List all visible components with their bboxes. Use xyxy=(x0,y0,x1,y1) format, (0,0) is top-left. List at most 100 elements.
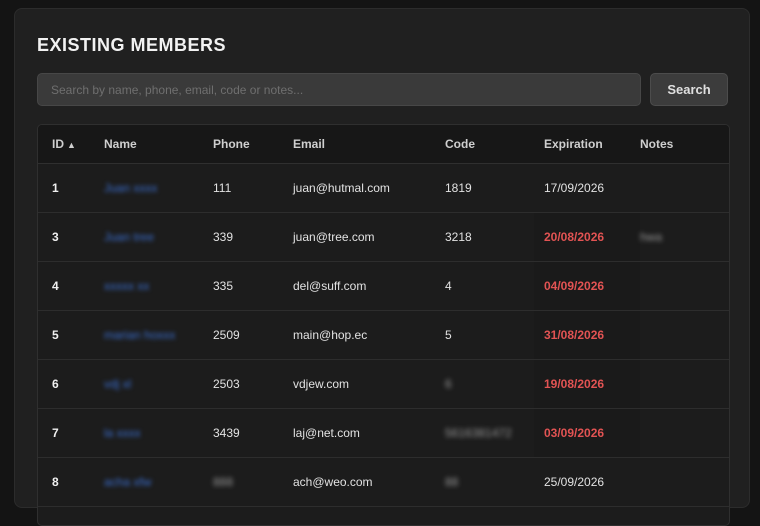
cell-code: 4 xyxy=(445,261,534,311)
table-row[interactable]: 3 Juan tree 339 juan@tree.com 3218 20/08/2026… xyxy=(38,212,729,262)
member-name-link[interactable]: Juan tree xyxy=(104,230,154,244)
member-name-link[interactable]: la xxxx xyxy=(104,426,141,440)
cell-email: laj@net.com xyxy=(293,408,445,458)
cell-id: 3 xyxy=(38,212,104,262)
cell-id: 1 xyxy=(38,163,104,213)
cell-email: main@hop.ec xyxy=(293,310,445,360)
column-header-expiration[interactable]: Expiration xyxy=(534,125,640,164)
cell-email: vdjew.com xyxy=(293,359,445,409)
expiration-value: 03/09/2026 xyxy=(544,426,605,440)
code-value: 5616381472 xyxy=(445,426,512,440)
code-value: 3218 xyxy=(445,230,472,244)
member-name-link[interactable]: vdj xl xyxy=(104,377,131,391)
cell-id: 5 xyxy=(38,310,104,360)
member-name-link[interactable]: marian hoxxx xyxy=(104,328,175,342)
cell-phone: 3439 xyxy=(213,408,293,458)
expiration-value: 31/08/2026 xyxy=(544,328,605,342)
cell-name: marian hoxxx xyxy=(104,310,213,360)
cell-id: 7 xyxy=(38,408,104,458)
cell-id: 8 xyxy=(38,457,104,507)
table-row[interactable]: 8 acha xfw 888 ach@weo.com 88 25/09/2026 xyxy=(38,457,729,507)
cell-expiration: 17/09/2026 xyxy=(534,163,640,213)
phone-value: 339 xyxy=(213,230,234,244)
cell-email: juan@tree.com xyxy=(293,212,445,262)
cell-name: vdj xl xyxy=(104,359,213,409)
cell-code: 1819 xyxy=(445,163,534,213)
cell-notes xyxy=(640,261,729,311)
members-table: ID ▲ Name Phone Email Code Expiration Not… xyxy=(37,124,730,526)
table-row[interactable]: 7 la xxxx 3439 laj@net.com 5616381472 03/09/2… xyxy=(38,408,729,458)
cell-name: acha xfw xyxy=(104,457,213,507)
column-header-notes[interactable]: Notes xyxy=(640,125,729,164)
column-header-phone[interactable]: Phone xyxy=(213,125,293,164)
column-header-id[interactable]: ID ▲ xyxy=(38,125,104,164)
cell-phone: 339 xyxy=(213,212,293,262)
cell-expiration: 25/09/2026 xyxy=(534,457,640,507)
cell-notes xyxy=(640,408,729,458)
cell-phone: 2509 xyxy=(213,310,293,360)
expiration-value: 04/09/2026 xyxy=(544,279,605,293)
phone-value: 2509 xyxy=(213,328,240,342)
expiration-value: 17/09/2026 xyxy=(544,181,605,195)
notes-value: hwa xyxy=(640,230,663,244)
cell-expiration: 31/08/2026 xyxy=(534,310,640,360)
table-row[interactable]: 4 xxxxx xx 335 del@suff.com 4 04/09/2026 xyxy=(38,261,729,311)
code-value: 88 xyxy=(445,475,459,489)
phone-value: 111 xyxy=(213,181,232,195)
table-row[interactable]: 5 marian hoxxx 2509 main@hop.ec 5 31/08/2026 xyxy=(38,310,729,360)
cell-code: 6 xyxy=(445,359,534,409)
cell-phone: 888 xyxy=(213,457,293,507)
cell-phone: 2503 xyxy=(213,359,293,409)
cell-expiration: 20/08/2026 xyxy=(534,212,640,262)
phone-value: 888 xyxy=(213,475,234,489)
sort-ascending-icon: ▲ xyxy=(67,140,76,150)
phone-value: 3439 xyxy=(213,426,240,440)
cell-id: 4 xyxy=(38,261,104,311)
expiration-value: 20/08/2026 xyxy=(544,230,605,244)
cell-phone: 335 xyxy=(213,261,293,311)
cell-code: 88 xyxy=(445,457,534,507)
column-header-code[interactable]: Code xyxy=(445,125,534,164)
code-value: 6 xyxy=(445,377,452,391)
cell-notes xyxy=(640,163,729,213)
table-body: 1 Juan xxxx 111 juan@hutmal.com 1819 17/09/20… xyxy=(38,163,729,507)
member-name-link[interactable]: Juan xxxx xyxy=(104,181,157,195)
cell-name: Juan xxxx xyxy=(104,163,213,213)
phone-value: 2503 xyxy=(213,377,240,391)
cell-expiration: 04/09/2026 xyxy=(534,261,640,311)
cell-id: 6 xyxy=(38,359,104,409)
search-input[interactable] xyxy=(37,73,641,106)
code-value: 1819 xyxy=(445,181,472,195)
cell-code: 5616381472 xyxy=(445,408,534,458)
table-row[interactable]: 1 Juan xxxx 111 juan@hutmal.com 1819 17/09/20… xyxy=(38,163,729,213)
cell-email: del@suff.com xyxy=(293,261,445,311)
cell-notes xyxy=(640,457,729,507)
cell-notes: hwa xyxy=(640,212,729,262)
expiration-value: 25/09/2026 xyxy=(544,475,605,489)
code-value: 5 xyxy=(445,328,452,342)
members-panel: EXISTING MEMBERS Search ID▲ Name Phone E… xyxy=(14,8,750,526)
expiration-value: 19/08/2026 xyxy=(544,377,605,391)
code-value: 4 xyxy=(445,279,452,293)
column-header-email[interactable]: Email xyxy=(293,125,445,164)
cell-expiration: 03/09/2026 xyxy=(534,408,640,458)
search-button[interactable]: Search xyxy=(650,73,728,106)
cell-expiration: 19/08/2026 xyxy=(534,359,640,409)
table-row[interactable]: 6 vdj xl 2503 vdjew.com 6 19/08/2026 xyxy=(38,359,729,409)
cell-notes xyxy=(640,310,729,360)
cell-phone: 111 xyxy=(213,163,293,213)
member-name-link[interactable]: acha xfw xyxy=(104,475,151,489)
column-header-name[interactable]: Name xyxy=(104,125,213,164)
cell-email: ach@weo.com xyxy=(293,457,445,507)
cell-name: Juan tree xyxy=(104,212,213,262)
cell-email: juan@hutmal.com xyxy=(293,163,445,213)
table-header-row: ID ▲ Name Phone Email Code Expiration Not… xyxy=(38,125,729,164)
page-title: EXISTING MEMBERS xyxy=(37,35,227,55)
phone-value: 335 xyxy=(213,279,234,293)
cell-notes xyxy=(640,359,729,409)
cell-name: la xxxx xyxy=(104,408,213,458)
cell-name: xxxxx xx xyxy=(104,261,213,311)
member-name-link[interactable]: xxxxx xx xyxy=(104,279,149,293)
cell-code: 5 xyxy=(445,310,534,360)
cell-code: 3218 xyxy=(445,212,534,262)
